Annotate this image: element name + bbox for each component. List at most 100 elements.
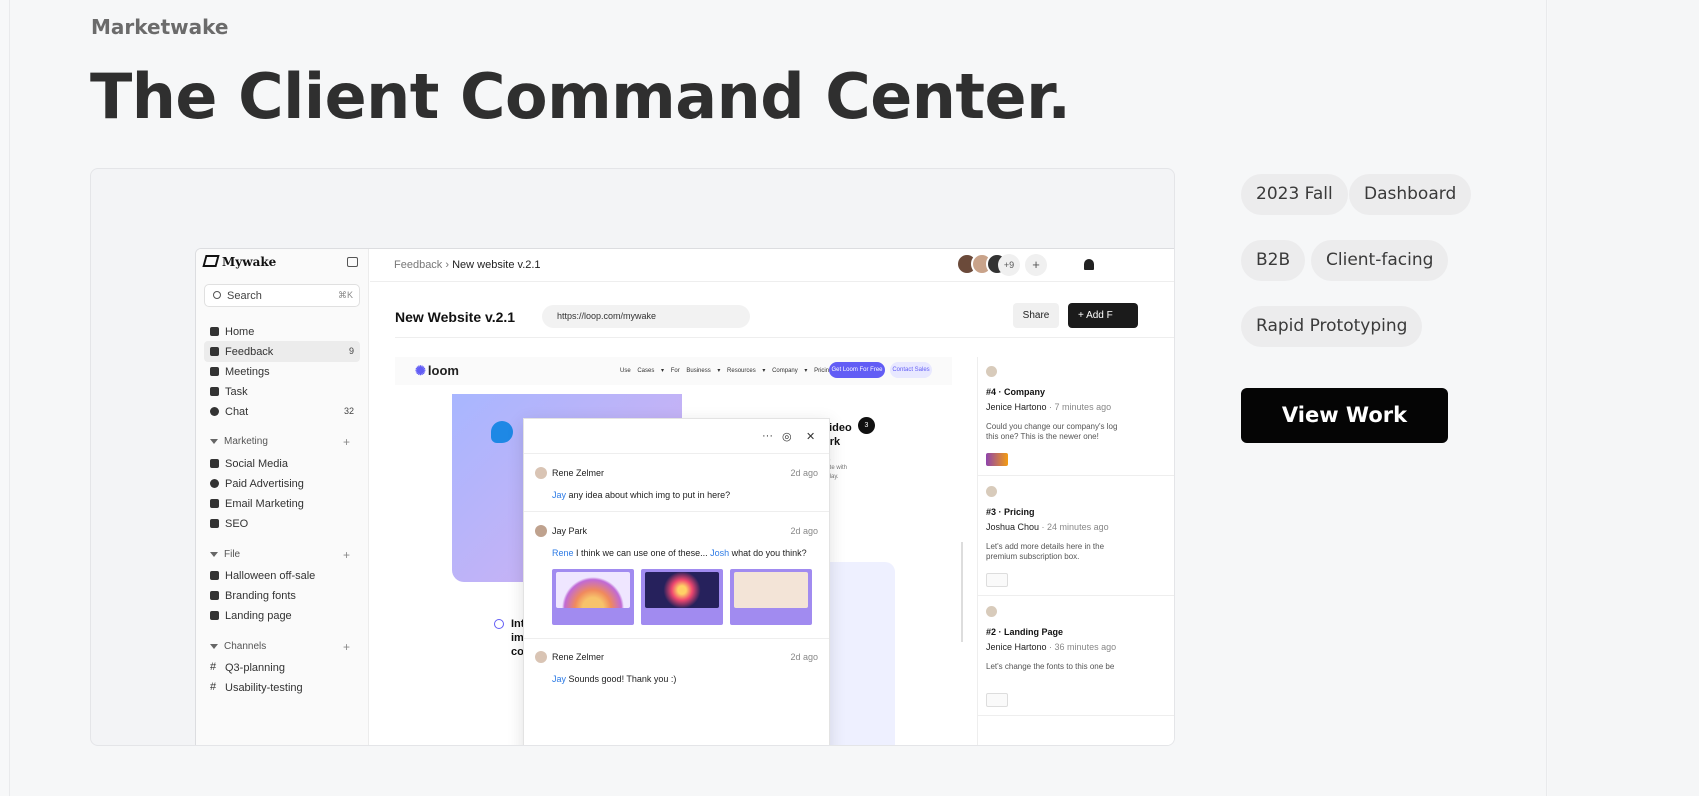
feedback-list: #4 · Company Jenice Hartono · 7 minutes …	[977, 357, 1174, 745]
brand: Mywake	[202, 255, 276, 269]
attachment-thumbnail	[986, 453, 1008, 466]
feedback-heading: #4 · Company	[986, 387, 1046, 397]
check-icon	[494, 619, 504, 629]
comment-count-badge: 3	[858, 417, 875, 434]
image-option-thumbnail	[556, 572, 630, 608]
avatar	[986, 366, 997, 377]
avatar	[986, 486, 997, 497]
divider	[395, 337, 1174, 338]
tag-client-facing[interactable]: Client-facing	[1311, 240, 1449, 281]
avatar	[535, 525, 547, 537]
hash-icon: #	[210, 661, 217, 673]
message-body: I think we can use one of these...	[573, 548, 711, 558]
message-author: Rene Zelmer	[552, 652, 605, 662]
breadcrumb: Feedback › New website v.2.1	[394, 259, 541, 271]
chevron-down-icon	[210, 439, 218, 444]
nav-label: Paid Advertising	[225, 478, 304, 490]
section-label: Channels	[224, 641, 267, 652]
thread-header: ··· ◎ ✕	[524, 419, 829, 454]
feedback-heading: #3 · Pricing	[986, 507, 1035, 517]
nav-label: Email Marketing	[225, 498, 304, 510]
message-body: Sounds good! Thank you :)	[566, 674, 677, 684]
feedback-author: Jenice Hartono	[986, 642, 1047, 652]
message-author: Jay Park	[552, 526, 588, 536]
image-option	[730, 569, 812, 625]
plus-icon: +	[343, 640, 351, 654]
nav-label: Social Media	[225, 458, 288, 470]
tag-rapid-prototyping[interactable]: Rapid Prototyping	[1241, 306, 1423, 347]
seo-icon	[210, 519, 219, 528]
image-option-thumbnail	[645, 572, 719, 608]
nav-item-paid-advertising: Paid Advertising	[204, 473, 360, 494]
avatar-more-count: +9	[998, 254, 1020, 276]
section-label: Marketing	[224, 436, 268, 447]
feedback-message: Let's add more details here in the premi…	[986, 542, 1105, 561]
message-text: Jay Sounds good! Thank you :)	[552, 674, 676, 684]
ads-icon	[210, 479, 219, 488]
message-time: 2d ago	[790, 652, 818, 662]
resolve-icon: ◎	[782, 431, 792, 443]
loom-navbar: ✺ loom Use Cases ▾ For Business ▾ Resourc…	[395, 357, 952, 385]
nav-label: Meetings	[225, 366, 270, 378]
nav-count: 9	[348, 346, 354, 356]
tag-2023-fall[interactable]: 2023 Fall	[1241, 174, 1348, 215]
plus-icon: +	[343, 435, 351, 449]
avatar	[535, 651, 547, 663]
company-name: Marketwake	[91, 15, 229, 39]
feedback-time: · 36 minutes ago	[1046, 642, 1117, 652]
feedback-time: · 24 minutes ago	[1039, 522, 1109, 532]
nav-item-home: Home	[204, 321, 360, 342]
url-field: https://loop.com/mywake	[542, 305, 750, 328]
nav-item-email-marketing: Email Marketing	[204, 493, 360, 514]
message-author: Rene Zelmer	[552, 468, 605, 478]
search-placeholder: Search	[227, 290, 262, 302]
nav-item-seo: SEO	[204, 513, 360, 534]
doc-title: New Website v.2.1	[395, 309, 516, 325]
message-body: what do you think?	[729, 548, 807, 558]
add-member-icon: +	[1025, 254, 1047, 276]
chat-icon	[210, 407, 219, 416]
avatar	[986, 606, 997, 617]
nav-item-social-media: Social Media	[204, 453, 360, 474]
hash-icon: #	[210, 681, 217, 693]
mockup-topbar: Feedback › New website v.2.1 +9 +	[370, 249, 1174, 282]
nav-item-channel: # Q3-planning	[204, 657, 360, 678]
plus-icon: +	[1078, 310, 1087, 321]
feedback-author: Joshua Chou	[986, 522, 1040, 532]
app-mockup: Mywake Search ⌘K Home Feedback 9 Meetings …	[195, 248, 1174, 745]
avatar	[535, 467, 547, 479]
mention: Jay	[552, 674, 567, 684]
add-label: Add F	[1086, 310, 1113, 321]
message-time: 2d ago	[790, 526, 818, 536]
nav-label: Branding fonts	[225, 590, 296, 602]
loom-logo-text: loom	[427, 363, 459, 378]
view-work-button[interactable]: View Work	[1241, 388, 1448, 443]
calendar-icon	[210, 367, 219, 376]
image-option	[552, 569, 634, 625]
home-icon	[210, 327, 219, 336]
chevron-down-icon	[210, 552, 218, 557]
social-icon	[210, 459, 219, 468]
nav-label: Task	[225, 386, 248, 398]
message-text: Jay any idea about which img to put in h…	[552, 490, 730, 500]
feedback-item: #3 · Pricing Joshua Chou · 24 minutes ag…	[978, 477, 1174, 596]
loom-secondary-button: Contact Sales	[890, 362, 932, 378]
loom-logo: ✺ loom	[415, 363, 459, 379]
search-icon	[213, 291, 221, 299]
feedback-item: #2 · Landing Page Jenice Hartono · 36 mi…	[978, 597, 1174, 716]
nav-item-feedback: Feedback 9	[204, 341, 360, 362]
sidebar-toggle-icon	[347, 257, 358, 267]
intro-line: im	[511, 632, 524, 644]
feedback-meta: Joshua Chou · 24 minutes ago	[986, 522, 1109, 532]
tag-dashboard[interactable]: Dashboard	[1349, 174, 1472, 215]
feedback-heading: #2 · Landing Page	[986, 627, 1064, 637]
feedback-author: Jenice Hartono	[986, 402, 1047, 412]
nav-item-file: Branding fonts	[204, 585, 360, 606]
message-time: 2d ago	[790, 468, 818, 478]
more-icon: ···	[762, 430, 773, 442]
nav-label: Landing page	[225, 610, 292, 622]
nav-label: SEO	[225, 518, 249, 530]
tag-b2b[interactable]: B2B	[1241, 240, 1306, 281]
loom-nav-links: Use Cases ▾ For Business ▾ Resources ▾ C…	[620, 368, 863, 374]
attachment-thumbnail	[986, 693, 1008, 707]
